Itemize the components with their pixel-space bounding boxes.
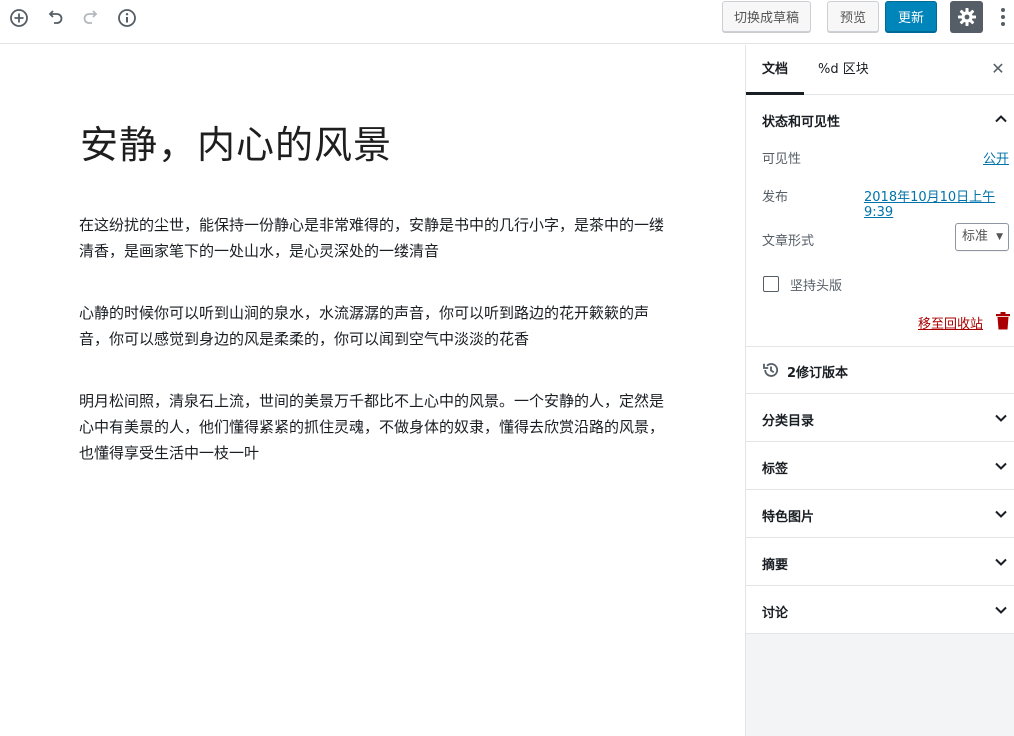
paragraph-block[interactable]: 心静的时候你可以听到山涧的泉水，水流潺潺的声音，你可以听到路边的花开簌簌的声音，… [79, 300, 669, 352]
tab-document[interactable]: 文档 [746, 45, 804, 95]
undo-icon[interactable] [43, 6, 67, 30]
info-icon[interactable] [115, 6, 139, 30]
visibility-label: 可见性 [762, 152, 802, 167]
divider [746, 537, 1014, 538]
panel-status-title[interactable]: 状态和可见性 [762, 111, 840, 130]
chevron-up-icon[interactable] [994, 112, 1008, 126]
divider [746, 441, 1014, 442]
sticky-checkbox[interactable] [763, 276, 779, 292]
publish-date-link[interactable]: 2018年10月10日上午9:39 [864, 186, 1014, 220]
panel-categories-title[interactable]: 分类目录 [762, 410, 814, 429]
close-icon[interactable]: ✕ [990, 61, 1006, 77]
panel-featured-image-title[interactable]: 特色图片 [762, 506, 814, 525]
sidebar-panels: 文档 %d 区块 ✕ 状态和可见性 可见性 公开 发布 2018年10月10日上… [746, 45, 1014, 634]
more-vertical-icon [1001, 8, 1005, 26]
publish-label: 发布 [762, 190, 789, 205]
move-to-trash-link[interactable]: 移至回收站 [918, 313, 983, 332]
divider [746, 393, 1014, 394]
panel-tags-title[interactable]: 标签 [762, 458, 788, 477]
chevron-down-icon[interactable] [994, 411, 1008, 425]
more-options-button[interactable] [993, 6, 1013, 28]
history-icon[interactable] [762, 361, 780, 379]
editor-canvas: 安静，内心的风景 在这纷扰的尘世，能保持一份静心是非常难得的，安静是书中的几行小… [0, 45, 745, 736]
divider [746, 346, 1014, 347]
sidebar-tabs: 文档 %d 区块 ✕ [746, 45, 1014, 95]
post-format-select[interactable]: 标准 ▼ [955, 223, 1009, 251]
chevron-down-icon: ▼ [996, 232, 1003, 242]
chevron-down-icon[interactable] [994, 603, 1008, 617]
trash-icon[interactable] [995, 312, 1011, 330]
sticky-label[interactable]: 坚持头版 [790, 275, 842, 294]
panel-discussion-title[interactable]: 讨论 [762, 602, 788, 621]
divider [746, 633, 1014, 634]
chevron-down-icon[interactable] [994, 507, 1008, 521]
top-toolbar: 切换成草稿 预览 更新 [0, 0, 1014, 44]
update-button[interactable]: 更新 [885, 1, 937, 32]
switch-to-draft-button[interactable]: 切换成草稿 [722, 1, 811, 32]
divider [746, 489, 1014, 490]
post-format-value: 标准 [962, 229, 989, 244]
tab-block[interactable]: %d 区块 [818, 45, 869, 95]
redo-icon[interactable] [79, 6, 103, 30]
post-format-label: 文章形式 [762, 234, 815, 249]
settings-button[interactable] [950, 1, 983, 33]
plus-circle-icon[interactable] [7, 6, 31, 30]
settings-sidebar: 文档 %d 区块 ✕ 状态和可见性 可见性 公开 发布 2018年10月10日上… [745, 45, 1014, 736]
paragraph-block[interactable]: 明月松间照，清泉石上流，世间的美景万千都比不上心中的风景。一个安静的人，定然是心… [79, 388, 669, 466]
paragraph-block[interactable]: 在这纷扰的尘世，能保持一份静心是非常难得的，安静是书中的几行小字，是茶中的一缕清… [79, 212, 669, 264]
divider [746, 585, 1014, 586]
preview-button[interactable]: 预览 [827, 1, 879, 32]
post-title[interactable]: 安静，内心的风景 [80, 123, 392, 169]
panel-excerpt-title[interactable]: 摘要 [762, 554, 788, 573]
visibility-link[interactable]: 公开 [983, 148, 1009, 167]
chevron-down-icon[interactable] [994, 555, 1008, 569]
chevron-down-icon[interactable] [994, 459, 1008, 473]
revisions-link[interactable]: 2修订版本 [787, 362, 848, 381]
gear-icon [957, 8, 976, 26]
